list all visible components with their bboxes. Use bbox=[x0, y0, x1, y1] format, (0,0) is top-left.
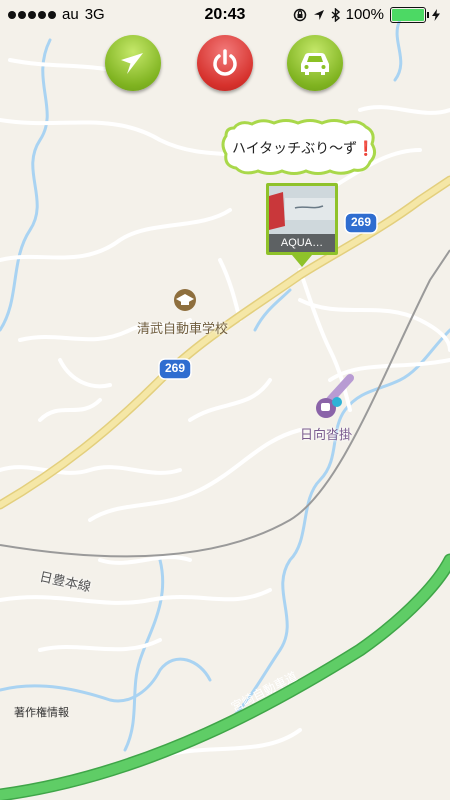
power-icon bbox=[213, 49, 237, 76]
battery-percent: 100% bbox=[345, 6, 384, 23]
car-button[interactable] bbox=[287, 35, 343, 91]
school-label[interactable]: 清武自動車学校 bbox=[137, 318, 228, 337]
status-bar: au 3G 20:43 100% bbox=[0, 0, 450, 30]
route-number: 269 bbox=[164, 361, 186, 375]
photo-pin-label: AQUA… bbox=[269, 234, 335, 252]
charging-icon bbox=[432, 8, 440, 21]
navigation-arrow-icon bbox=[121, 53, 143, 74]
copyright-link[interactable]: 著作権情報 bbox=[14, 704, 69, 720]
car-icon bbox=[301, 53, 329, 75]
bluetooth-icon bbox=[331, 7, 340, 22]
route-number: 269 bbox=[350, 215, 372, 229]
callout-text: ハイタッチぶり〜ず❗ bbox=[232, 141, 375, 157]
photo-pin[interactable]: AQUA… bbox=[266, 183, 338, 255]
orientation-lock-icon bbox=[293, 8, 306, 21]
power-button[interactable] bbox=[197, 35, 253, 91]
callout-bubble[interactable]: ハイタッチぶり〜ず❗ bbox=[220, 118, 378, 178]
route-shield-269-upper: 269 bbox=[344, 212, 378, 234]
exclamation-icon: ❗ bbox=[357, 141, 375, 157]
status-right: 100% bbox=[293, 6, 440, 23]
station-label[interactable]: 日向沓掛 bbox=[300, 424, 352, 443]
photo-pin-pointer bbox=[292, 255, 312, 267]
navigate-button[interactable] bbox=[105, 35, 161, 91]
location-arrow-icon bbox=[313, 9, 324, 20]
route-shield-269-lower: 269 bbox=[158, 358, 192, 380]
battery-icon bbox=[390, 6, 429, 23]
school-icon[interactable] bbox=[174, 289, 196, 311]
